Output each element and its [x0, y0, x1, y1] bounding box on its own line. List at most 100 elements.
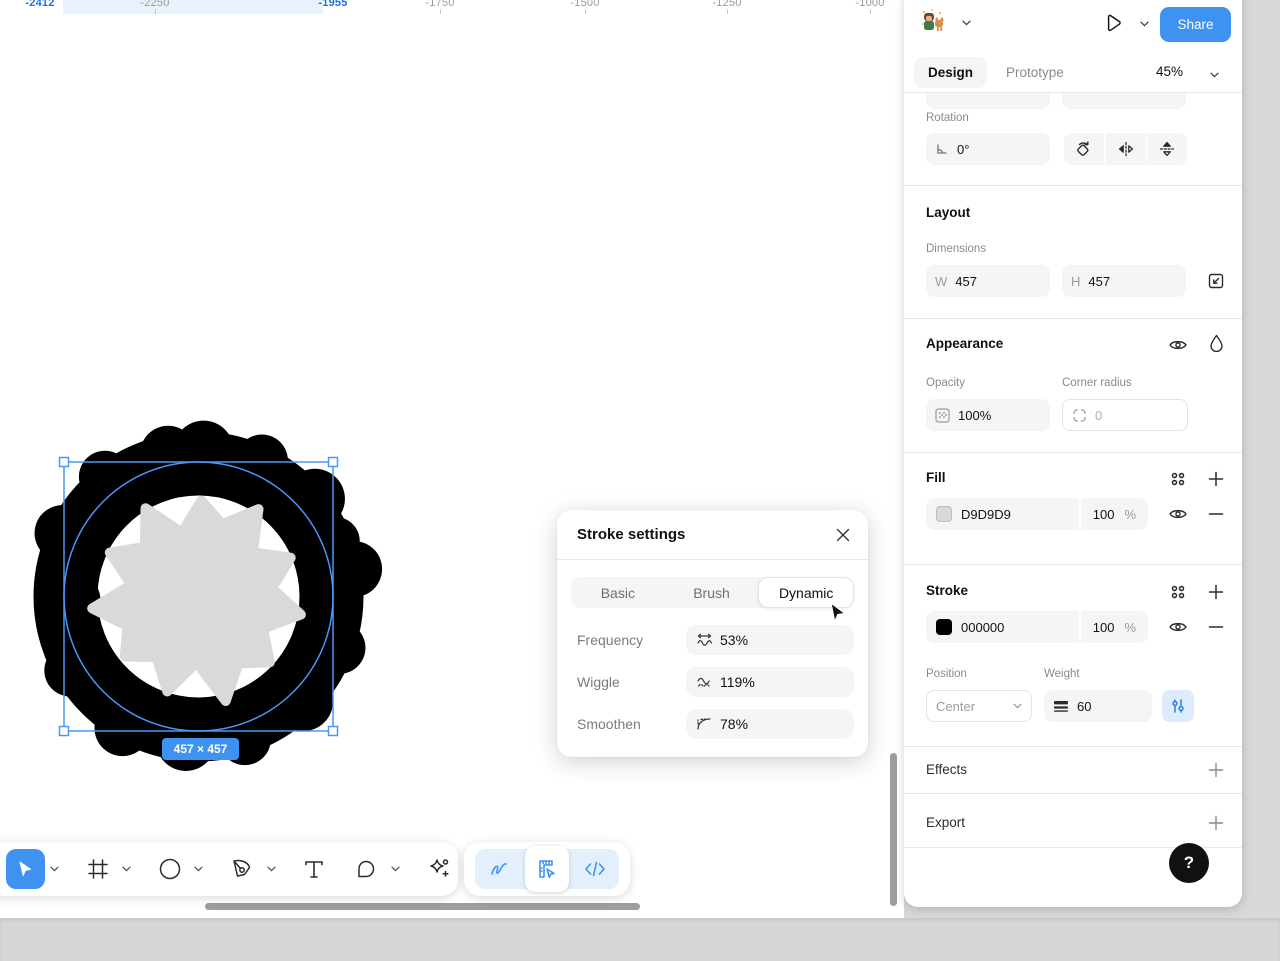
effects-add-icon[interactable] — [1204, 758, 1228, 782]
frame-icon — [87, 858, 109, 880]
fill-remove-icon[interactable] — [1204, 502, 1228, 526]
smoothen-input[interactable]: 78% — [686, 709, 854, 739]
fill-hex[interactable]: D9D9D9 — [961, 507, 1011, 522]
properties-panel: Share Design Prototype 45% Rotation 0° L… — [904, 0, 1242, 907]
corner-radius-placeholder: 0 — [1095, 407, 1103, 423]
close-icon[interactable] — [836, 528, 850, 542]
avatar[interactable] — [920, 8, 946, 38]
tab-design[interactable]: Design — [914, 57, 988, 88]
text-icon — [303, 858, 325, 880]
stroke-visibility-eye-icon[interactable] — [1166, 615, 1190, 639]
stroke-weight-label: Weight — [1044, 668, 1080, 680]
dialog-title: Stroke settings — [577, 526, 686, 543]
w-prefix: W — [935, 273, 948, 289]
stroke-color-row[interactable]: 000000 100 % — [926, 611, 1148, 643]
fill-opacity[interactable]: 100 — [1093, 507, 1115, 522]
tab-brush[interactable]: Brush — [665, 577, 759, 608]
sliders-icon — [1170, 698, 1186, 714]
present-play-button[interactable] — [1102, 11, 1126, 35]
stroke-remove-icon[interactable] — [1204, 615, 1228, 639]
stroke-position-select[interactable]: Center — [926, 690, 1032, 722]
comment-tool-button[interactable] — [347, 849, 386, 889]
scribble-icon — [488, 858, 510, 880]
dev-mode-button[interactable] — [573, 849, 617, 889]
stroke-opacity[interactable]: 100 — [1093, 620, 1115, 635]
rotation-input[interactable]: 0° — [926, 133, 1050, 165]
ruler-tick — [585, 9, 586, 14]
ellipse-icon — [158, 857, 182, 881]
ruler-label: -1250 — [712, 0, 742, 9]
help-button[interactable]: ? — [1169, 843, 1209, 883]
fill-styles-icon[interactable] — [1166, 467, 1190, 491]
move-tool-button[interactable] — [6, 849, 45, 889]
opacity-label: Opacity — [926, 377, 965, 389]
rotate-90-button[interactable] — [1064, 133, 1104, 165]
export-add-icon[interactable] — [1204, 811, 1228, 835]
fill-visibility-eye-icon[interactable] — [1166, 502, 1190, 526]
constrain-proportions-button[interactable] — [1204, 269, 1228, 293]
flip-vertical-button[interactable] — [1147, 133, 1187, 165]
share-button[interactable]: Share — [1160, 7, 1231, 42]
fill-add-icon[interactable] — [1204, 467, 1228, 491]
stroke-styles-icon[interactable] — [1166, 580, 1190, 604]
zoom-level[interactable]: 45% — [1156, 64, 1183, 79]
move-tool-chevron-icon[interactable] — [47, 861, 63, 877]
smoothen-label: Smoothen — [577, 716, 641, 732]
ruler-selection-band — [63, 0, 323, 14]
ruler-label: -1500 — [570, 0, 600, 9]
opacity-input[interactable]: 100% — [926, 399, 1050, 431]
present-chevron-icon[interactable] — [1132, 12, 1156, 36]
stroke-position-value: Center — [936, 698, 976, 714]
ruler-label: -2412 — [25, 0, 55, 9]
ruler-label: -1750 — [425, 0, 455, 9]
move-cursor-icon — [15, 859, 35, 879]
zoom-chevron-icon[interactable] — [1202, 63, 1226, 87]
fill-swatch[interactable] — [936, 506, 952, 522]
fill-color-row[interactable]: D9D9D9 100 % — [926, 498, 1148, 530]
rotation-label: Rotation — [926, 112, 969, 124]
frequency-icon — [696, 632, 713, 648]
height-input[interactable]: H 457 — [1062, 265, 1186, 297]
pen-tool-button[interactable] — [222, 849, 261, 889]
flip-horizontal-button[interactable] — [1106, 133, 1146, 165]
blend-droplet-icon[interactable] — [1204, 331, 1228, 355]
ruler-label: -1955 — [318, 0, 348, 9]
width-value: 457 — [955, 273, 977, 289]
shape-tool-button[interactable] — [150, 849, 189, 889]
text-tool-button[interactable] — [294, 849, 333, 889]
visible-eye-icon[interactable] — [1166, 333, 1190, 357]
selection-size-badge: 457 × 457 — [162, 738, 239, 760]
stroke-swatch[interactable] — [936, 619, 952, 635]
draw-mode-button[interactable] — [477, 849, 521, 889]
frame-tool-chevron-icon[interactable] — [119, 861, 135, 877]
stroke-weight-input[interactable]: 60 — [1044, 690, 1152, 722]
comment-tool-chevron-icon[interactable] — [388, 861, 404, 877]
y-position-input-clipped[interactable] — [1062, 93, 1186, 109]
stroke-add-icon[interactable] — [1204, 580, 1228, 604]
selected-ellipse-shape[interactable] — [18, 400, 408, 795]
frequency-input[interactable]: 53% — [686, 625, 854, 655]
tab-basic[interactable]: Basic — [571, 577, 665, 608]
avatar-chevron-icon[interactable] — [954, 11, 978, 35]
width-input[interactable]: W 457 — [926, 265, 1050, 297]
advanced-stroke-settings-button[interactable] — [1162, 690, 1194, 722]
ruler-label: -1000 — [855, 0, 885, 9]
frame-tool-button[interactable] — [78, 849, 117, 889]
fill-percent: % — [1124, 506, 1136, 522]
stroke-hex[interactable]: 000000 — [961, 620, 1004, 635]
vertical-scrollbar[interactable] — [890, 753, 897, 906]
corner-radius-input[interactable]: 0 — [1062, 399, 1188, 431]
x-position-input-clipped[interactable] — [926, 93, 1050, 109]
height-value: 457 — [1088, 273, 1111, 289]
shape-tool-chevron-icon[interactable] — [191, 861, 207, 877]
pen-tool-chevron-icon[interactable] — [263, 861, 279, 877]
horizontal-scrollbar[interactable] — [205, 903, 640, 910]
wiggle-input[interactable]: 119% — [686, 667, 854, 697]
figma-app: -2412 -2250 -1955 -1750 -1500 -1250 -1000 457 … — [0, 0, 1280, 961]
ruler-tick — [727, 9, 728, 14]
transform-buttons — [1064, 133, 1187, 165]
smoothen-icon — [696, 716, 713, 732]
actions-tool-button[interactable] — [419, 849, 458, 889]
design-mode-button[interactable] — [525, 846, 569, 892]
tab-prototype[interactable]: Prototype — [992, 57, 1078, 88]
